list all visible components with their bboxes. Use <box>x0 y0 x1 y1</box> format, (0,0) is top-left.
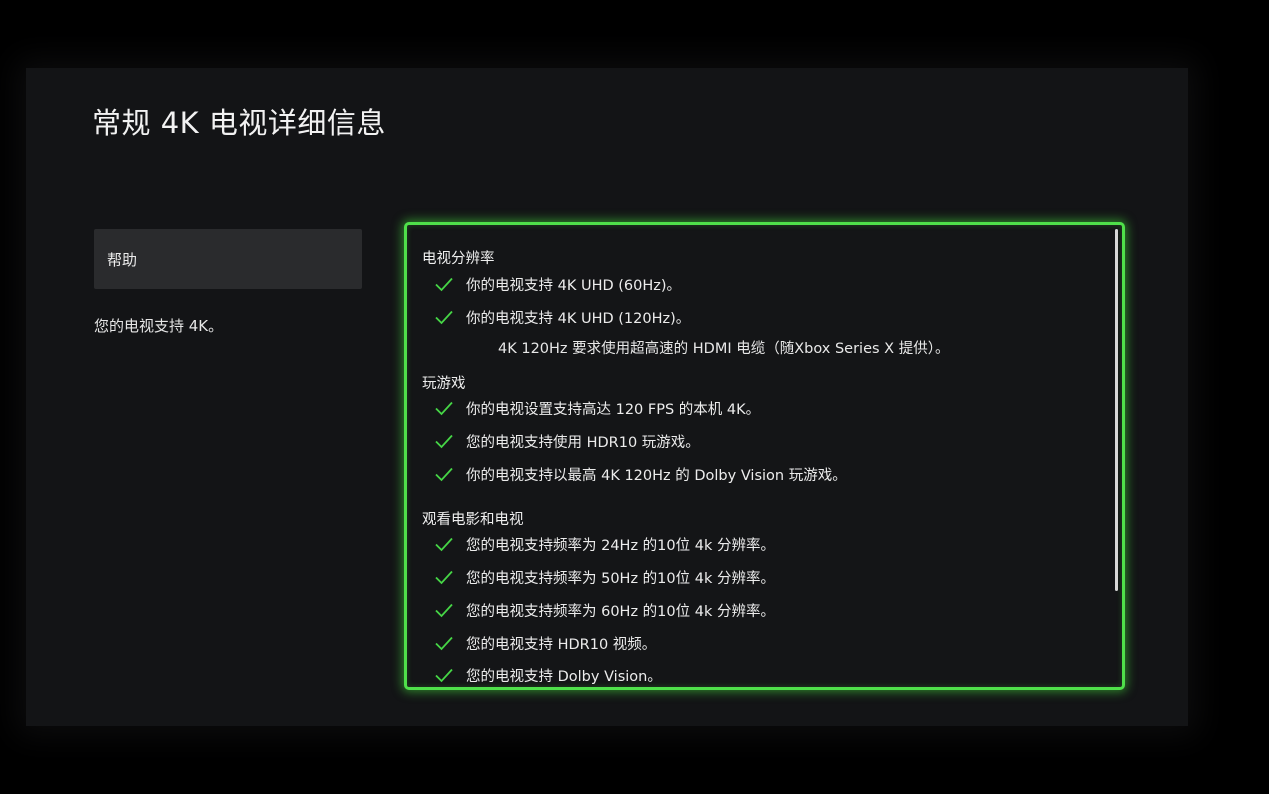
check-icon <box>434 398 454 418</box>
check-icon <box>434 633 454 653</box>
list-item-text: 您的电视支持频率为 60Hz 的10位 4k 分辨率。 <box>466 603 775 620</box>
tv-support-summary: 您的电视支持 4K。 <box>94 317 224 335</box>
check-icon <box>434 464 454 484</box>
check-icon <box>434 307 454 327</box>
list-item: 您的电视支持频率为 60Hz 的10位 4k 分辨率。 <box>434 598 775 622</box>
list-item-text: 您的电视支持使用 HDR10 玩游戏。 <box>466 434 700 451</box>
list-item: 您的电视支持频率为 50Hz 的10位 4k 分辨率。 <box>434 565 775 589</box>
page-title: 常规 4K 电视详细信息 <box>92 106 386 140</box>
list-item-text: 您的电视支持频率为 24Hz 的10位 4k 分辨率。 <box>466 537 775 554</box>
list-item: 您的电视支持 Dolby Vision。 <box>434 663 662 687</box>
hdmi-cable-note: 4K 120Hz 要求使用超高速的 HDMI 电缆（随Xbox Series X… <box>498 341 950 357</box>
scrollbar[interactable] <box>1115 229 1118 591</box>
check-icon <box>434 274 454 294</box>
list-item-text: 你的电视支持 4K UHD (60Hz)。 <box>466 277 682 294</box>
list-item: 你的电视支持 4K UHD (120Hz)。 <box>434 305 690 329</box>
list-item: 你的电视支持以最高 4K 120Hz 的 Dolby Vision 玩游戏。 <box>434 462 847 486</box>
list-item-text: 您的电视支持频率为 50Hz 的10位 4k 分辨率。 <box>466 570 775 587</box>
check-icon <box>434 431 454 451</box>
check-icon <box>434 534 454 554</box>
list-item-text: 你的电视支持以最高 4K 120Hz 的 Dolby Vision 玩游戏。 <box>466 467 847 484</box>
section-heading-movies-tv: 观看电影和电视 <box>422 512 524 528</box>
list-item-text: 您的电视支持 HDR10 视频。 <box>466 636 657 653</box>
list-item: 你的电视支持 4K UHD (60Hz)。 <box>434 272 681 296</box>
check-icon <box>434 665 454 685</box>
section-heading-resolution: 电视分辨率 <box>422 251 495 267</box>
list-item-text: 您的电视支持 Dolby Vision。 <box>466 668 662 685</box>
list-item-text: 你的电视设置支持高达 120 FPS 的本机 4K。 <box>466 401 761 418</box>
list-item: 你的电视设置支持高达 120 FPS 的本机 4K。 <box>434 396 760 420</box>
details-content: 电视分辨率 你的电视支持 4K UHD (60Hz)。 你的电视支持 4K UH… <box>407 225 1122 687</box>
list-item-text: 你的电视支持 4K UHD (120Hz)。 <box>466 310 691 327</box>
help-button[interactable]: 帮助 <box>94 229 362 289</box>
section-heading-gaming: 玩游戏 <box>422 376 466 392</box>
help-button-label: 帮助 <box>107 250 138 269</box>
check-icon <box>434 600 454 620</box>
details-panel[interactable]: 电视分辨率 你的电视支持 4K UHD (60Hz)。 你的电视支持 4K UH… <box>404 222 1125 690</box>
list-item: 您的电视支持频率为 24Hz 的10位 4k 分辨率。 <box>434 532 775 556</box>
list-item: 您的电视支持 HDR10 视频。 <box>434 631 656 655</box>
check-icon <box>434 567 454 587</box>
list-item: 您的电视支持使用 HDR10 玩游戏。 <box>434 429 700 453</box>
